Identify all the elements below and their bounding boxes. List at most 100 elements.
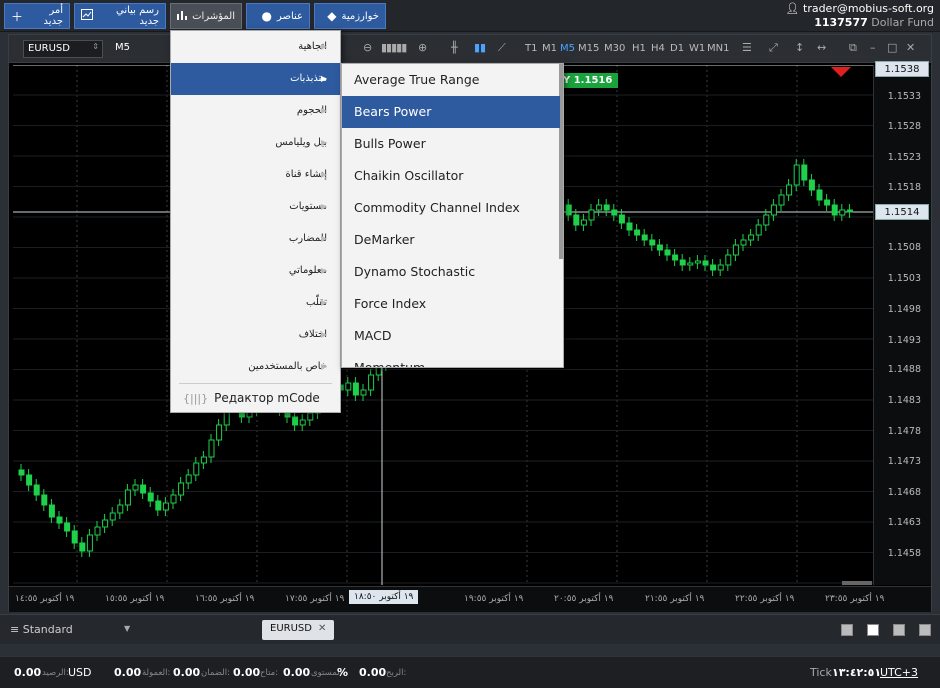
candle-body bbox=[672, 254, 679, 261]
layout-grid-icon[interactable] bbox=[867, 624, 879, 636]
price-axis[interactable]: 1.1538 1.1514 1.1533 1.1528 1.1523 1.1518 1.… bbox=[873, 61, 931, 585]
candle-body bbox=[292, 416, 299, 426]
oscillator-item[interactable]: MACD bbox=[342, 320, 560, 352]
account-info[interactable]: 👤︎ trader@mobius-soft.org 1137577 Dollar… bbox=[786, 2, 934, 30]
time-label: ١٩ أكتوبر ١٩:٥٥ bbox=[464, 594, 524, 604]
candle-body bbox=[846, 209, 853, 213]
oscillator-item[interactable]: Force Index bbox=[342, 288, 560, 320]
margin-label: الضمان: bbox=[201, 668, 230, 678]
indicator-category-item[interactable]: ▶ متذبذبات bbox=[171, 63, 340, 95]
indicator-category-item[interactable]: ▶ معلوماتي bbox=[171, 255, 340, 287]
indicator-category-item[interactable]: ▶ خاص بالمستخدمين bbox=[171, 351, 340, 383]
indicator-category-item[interactable]: ▶ للمضارب bbox=[171, 223, 340, 255]
chevron-right-icon: ▶ bbox=[321, 266, 328, 275]
indicators-button[interactable]: المؤشرات bbox=[170, 3, 242, 29]
timeframe-mn1[interactable]: MN1 bbox=[707, 43, 729, 54]
candle-body bbox=[717, 264, 724, 271]
oscillator-item[interactable]: Bulls Power bbox=[342, 128, 560, 160]
horizontal-scale-icon[interactable]: ↔ bbox=[817, 41, 826, 54]
indicator-category-label: بيل ويليامس bbox=[275, 137, 327, 148]
price-label: 1.1518 bbox=[887, 182, 921, 193]
new-order-button[interactable]: أمر جديد ＋ bbox=[4, 3, 70, 29]
candle-body bbox=[178, 482, 185, 496]
oscillator-item[interactable]: Chaikin Oscillator bbox=[342, 160, 560, 192]
new-order-label: أمر جديد bbox=[43, 5, 63, 27]
candles-icon[interactable]: ▮▮ bbox=[474, 41, 486, 54]
candle-body bbox=[596, 204, 603, 211]
timeframe-h4[interactable]: H4 bbox=[651, 43, 665, 54]
oscillator-item[interactable]: Dynamo Stochastic bbox=[342, 256, 560, 288]
timeframe-m30[interactable]: M30 bbox=[604, 43, 625, 54]
candle-body bbox=[352, 382, 359, 396]
timeframe-h1[interactable]: H1 bbox=[632, 43, 646, 54]
candle-body bbox=[79, 542, 86, 552]
plus-icon: ＋ bbox=[11, 9, 24, 24]
chart-tab-eurusd[interactable]: EURUSD ✕ bbox=[262, 620, 335, 640]
workspace-tabbar: ≡ Standard ▼ EURUSD ✕ bbox=[0, 614, 940, 644]
indicator-category-item[interactable]: ▶ مستويات bbox=[171, 191, 340, 223]
mcode-editor-item[interactable]: {|||} Редактор mCode bbox=[171, 383, 340, 413]
time-label: ١٩ أكتوبر ١٧:٥٥ bbox=[285, 594, 345, 604]
price-tag-top: 1.1538 bbox=[875, 61, 929, 77]
line-chart-icon[interactable]: ⟋ bbox=[498, 41, 506, 55]
indicator-category-item[interactable]: ▶ اختلاف bbox=[171, 319, 340, 351]
indicator-category-item[interactable]: ▶ اتجاهية bbox=[171, 31, 340, 63]
indicator-category-item[interactable]: ▶ بيل ويليامس bbox=[171, 127, 340, 159]
time-label: ١٩ أكتوبر ٢٣:٥٥ bbox=[825, 594, 885, 604]
zoom-slider[interactable]: ▮▮▮▮▮ bbox=[381, 41, 407, 54]
workspace-select[interactable]: ≡ Standard ▼ bbox=[10, 623, 130, 636]
candle-body bbox=[307, 412, 314, 421]
candle-body bbox=[162, 502, 169, 511]
candle-body bbox=[725, 254, 732, 266]
bar-chart-icon[interactable]: ╫ bbox=[451, 41, 458, 54]
autoscale-icon[interactable]: ⤢ bbox=[769, 41, 778, 55]
candle-body bbox=[216, 424, 223, 441]
price-label: 1.1478 bbox=[887, 426, 921, 437]
oscillator-item[interactable]: Average True Range bbox=[342, 64, 560, 96]
time-label: ١٩ أكتوبر ١٦:٥٥ bbox=[195, 594, 255, 604]
candle-body bbox=[41, 494, 48, 506]
chevron-right-icon: ▶ bbox=[321, 138, 328, 147]
timeframe-w1[interactable]: W1 bbox=[689, 43, 705, 54]
zoom-in-icon[interactable]: ⊕ bbox=[418, 41, 427, 54]
layout-columns-icon[interactable] bbox=[893, 624, 905, 636]
oscillator-item[interactable]: Commodity Channel Index bbox=[342, 192, 560, 224]
candle-body bbox=[748, 234, 755, 241]
timeframe-m15[interactable]: M15 bbox=[578, 43, 599, 54]
timeframe-d1[interactable]: D1 bbox=[670, 43, 684, 54]
candle-body bbox=[48, 504, 55, 518]
layout-rows-icon[interactable] bbox=[919, 624, 931, 636]
indicator-list-icon[interactable]: ☰ bbox=[742, 41, 752, 54]
profit-value: 0.00 bbox=[359, 666, 387, 679]
algorithms-button[interactable]: خوارزمية ◆ bbox=[314, 3, 386, 29]
timezone-select[interactable]: UTC+3 bbox=[880, 666, 918, 679]
timeframe-m1[interactable]: M1 bbox=[542, 43, 557, 54]
indicator-category-item[interactable]: ▶ إنشاء قناة bbox=[171, 159, 340, 191]
vertical-scale-icon[interactable]: ↕ bbox=[795, 41, 804, 54]
workspace-label: Standard bbox=[22, 623, 73, 636]
elements-button[interactable]: عناصر ● bbox=[246, 3, 310, 29]
timeframe-m5[interactable]: M5 bbox=[560, 43, 575, 54]
candle-body bbox=[770, 204, 777, 216]
maximize-icon[interactable]: □ bbox=[887, 41, 897, 54]
horizontal-scrollbar[interactable] bbox=[842, 581, 872, 585]
layout-single-icon[interactable] bbox=[841, 624, 853, 636]
detach-icon[interactable]: ⧉ bbox=[849, 41, 857, 55]
zoom-out-icon[interactable]: ⊖ bbox=[363, 41, 372, 54]
time-tag-crosshair: ١٩ أكتوبر ١٨:٥٠ bbox=[349, 590, 419, 604]
timeframe-t1[interactable]: T1 bbox=[525, 43, 537, 54]
indicator-category-item[interactable]: ▶ تقلّب bbox=[171, 287, 340, 319]
close-icon[interactable]: ✕ bbox=[906, 41, 915, 54]
profit-label: الربح: bbox=[386, 668, 407, 678]
oscillator-item[interactable]: DeMarker bbox=[342, 224, 560, 256]
new-chart-button[interactable]: رسم بياني جديد bbox=[74, 3, 166, 29]
indicator-category-item[interactable]: ▶ الحجوم bbox=[171, 95, 340, 127]
candle-body bbox=[147, 492, 154, 502]
time-axis[interactable]: ١٩ أكتوبر ١٨:٥٠ ١٩ أكتوبر ١٤:٥٥ ١٩ أكتوبر… bbox=[9, 586, 931, 612]
oscillator-item[interactable]: Momentum bbox=[342, 352, 560, 367]
symbol-select[interactable]: EURUSD ⇕ bbox=[23, 40, 103, 58]
oscillator-item[interactable]: Bears Power bbox=[342, 96, 560, 128]
close-tab-icon[interactable]: ✕ bbox=[318, 623, 326, 634]
chevron-right-icon: ▶ bbox=[321, 74, 328, 83]
minimize-icon[interactable]: – bbox=[870, 41, 876, 54]
